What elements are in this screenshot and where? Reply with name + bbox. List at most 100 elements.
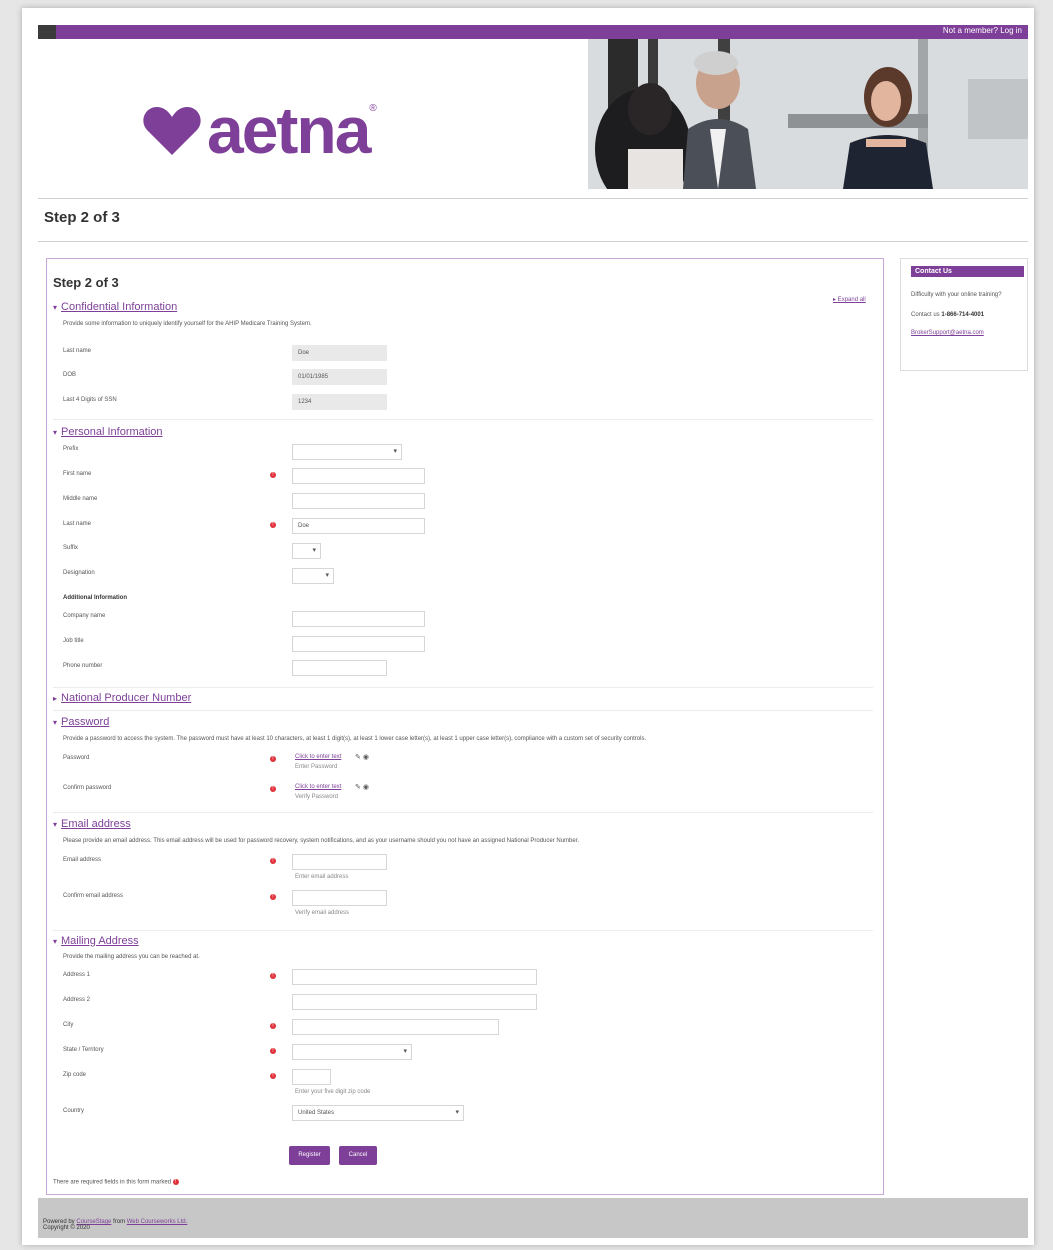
header-divider — [38, 198, 1028, 199]
required-icon: ! — [270, 786, 276, 792]
section-mailing-description: Provide the mailing address you can be r… — [63, 954, 200, 960]
section-email-title: Email address — [61, 818, 131, 830]
required-icon: ! — [270, 472, 276, 478]
pencil-icon[interactable]: ✎ — [355, 784, 361, 791]
expand-all-link[interactable]: ▸ Expand all — [833, 296, 866, 303]
contact-email-link[interactable]: BrokerSupport@aetna.com — [901, 330, 1027, 336]
state-label: State / Territory — [63, 1047, 104, 1053]
required-icon: ! — [270, 1023, 276, 1029]
eye-icon[interactable]: ◉ — [363, 754, 369, 761]
company-name-input[interactable] — [292, 611, 425, 627]
suffix-select[interactable] — [292, 543, 321, 559]
prefix-select[interactable] — [292, 444, 402, 460]
contact-heading: Contact Us — [911, 266, 1024, 277]
country-label: Country — [63, 1108, 85, 1114]
section-confidential-header[interactable]: ▾ Confidential Information — [53, 301, 177, 313]
email-hint: Enter email address — [295, 874, 349, 880]
phone-number-input[interactable] — [292, 660, 387, 676]
section-divider — [53, 419, 873, 420]
footer-copyright: Copyright © 2020 — [43, 1225, 90, 1231]
menu-corner-icon[interactable] — [38, 25, 56, 39]
header-photo — [588, 39, 1028, 189]
expand-arrow-icon: ▾ — [53, 303, 58, 312]
required-note-text: There are required fields in this form m… — [53, 1179, 172, 1186]
city-input[interactable] — [292, 1019, 499, 1035]
first-name-input[interactable] — [292, 468, 425, 484]
dob-field: 01/01/1985 — [292, 369, 387, 385]
expand-arrow-icon: ▾ — [53, 820, 58, 829]
footer-powered-by: Powered by CourseStage from Web Coursewo… — [38, 1198, 1028, 1225]
logo-wordmark: aetna — [207, 93, 371, 167]
additional-information-label: Additional Information — [63, 595, 127, 601]
section-confidential-description: Provide some information to uniquely ide… — [63, 321, 312, 327]
middle-name-label: Middle name — [63, 496, 98, 502]
zip-input[interactable] — [292, 1069, 331, 1085]
designation-select[interactable] — [292, 568, 334, 584]
confirm-email-hint: Verify email address — [295, 910, 350, 916]
last-name-label: Last name — [63, 521, 92, 527]
confirm-password-label: Confirm password — [63, 785, 112, 791]
phone-number-label: Phone number — [63, 663, 103, 669]
required-icon: ! — [172, 1179, 179, 1185]
section-divider — [53, 812, 873, 813]
section-divider — [53, 687, 873, 688]
ssn-label: Last 4 Digits of SSN — [63, 397, 117, 403]
from-text: from — [113, 1219, 126, 1225]
expand-all-label: Expand all — [837, 297, 866, 303]
required-icon: ! — [270, 1048, 276, 1054]
heart-icon — [143, 107, 201, 155]
aetna-logo: aetna ® — [143, 97, 377, 163]
state-select[interactable] — [292, 1044, 412, 1060]
register-button[interactable]: Register — [289, 1146, 330, 1165]
section-password-header[interactable]: ▾ Password — [53, 716, 109, 728]
cancel-button[interactable]: Cancel — [339, 1146, 377, 1165]
first-name-label: First name — [63, 471, 92, 477]
section-confidential-title: Confidential Information — [61, 301, 178, 313]
section-divider — [53, 930, 873, 931]
address2-label: Address 2 — [63, 997, 91, 1003]
address1-input[interactable] — [292, 969, 537, 985]
section-email-header[interactable]: ▾ Email address — [53, 818, 131, 830]
confirm-password-input-link[interactable]: Click to enter text — [295, 784, 341, 790]
expand-arrow-icon: ▾ — [53, 428, 58, 437]
address2-input[interactable] — [292, 994, 537, 1010]
page-step-title: Step 2 of 3 — [44, 209, 120, 226]
confirm-password-icons: ✎ ◉ — [355, 783, 369, 791]
contact-phone-line: Contact us 1-866-714-4001 — [901, 312, 1027, 318]
company-name-label: Company name — [63, 613, 106, 619]
middle-name-input[interactable] — [292, 493, 425, 509]
section-npn-header[interactable]: ▸ National Producer Number — [53, 692, 191, 704]
confirm-email-label: Confirm email address — [63, 893, 124, 899]
company-link[interactable]: Web Courseworks Ltd. — [127, 1219, 188, 1225]
footer: Powered by CourseStage from Web Coursewo… — [38, 1198, 1028, 1238]
section-mailing-header[interactable]: ▾ Mailing Address — [53, 935, 139, 947]
required-icon: ! — [270, 1073, 276, 1079]
password-input-link[interactable]: Click to enter text — [295, 754, 341, 760]
eye-icon[interactable]: ◉ — [363, 784, 369, 791]
page-frame: Not a member? Log in aetna ® Step 2 of 3… — [22, 8, 1034, 1245]
pencil-icon[interactable]: ✎ — [355, 754, 361, 761]
contact-text: Difficulty with your online training? — [911, 292, 1002, 298]
header-banner: aetna ® — [38, 39, 1028, 199]
required-icon: ! — [270, 756, 276, 762]
contact-phone: 1-866-714-4001 — [941, 312, 985, 318]
city-label: City — [63, 1022, 74, 1028]
country-select[interactable]: United States — [292, 1105, 464, 1121]
contact-panel: Contact Us Difficulty with your online t… — [900, 258, 1028, 371]
email-label: Email address — [63, 857, 102, 863]
login-link[interactable]: Not a member? Log in — [943, 26, 1022, 35]
section-divider — [53, 710, 873, 711]
last-name-input[interactable]: Doe — [292, 518, 425, 534]
zip-hint: Enter your five digit zip code — [295, 1089, 371, 1095]
required-icon: ! — [270, 894, 276, 900]
confidential-last-name-label: Last name — [63, 348, 92, 354]
suffix-label: Suffix — [63, 545, 78, 551]
section-password-description: Provide a password to access the system.… — [63, 736, 647, 742]
section-personal-header[interactable]: ▾ Personal Information — [53, 426, 163, 438]
password-label: Password — [63, 755, 90, 761]
zip-label: Zip code — [63, 1072, 87, 1078]
confirm-email-input[interactable] — [292, 890, 387, 906]
email-input[interactable] — [292, 854, 387, 870]
form-title: Step 2 of 3 — [53, 275, 119, 290]
job-title-input[interactable] — [292, 636, 425, 652]
